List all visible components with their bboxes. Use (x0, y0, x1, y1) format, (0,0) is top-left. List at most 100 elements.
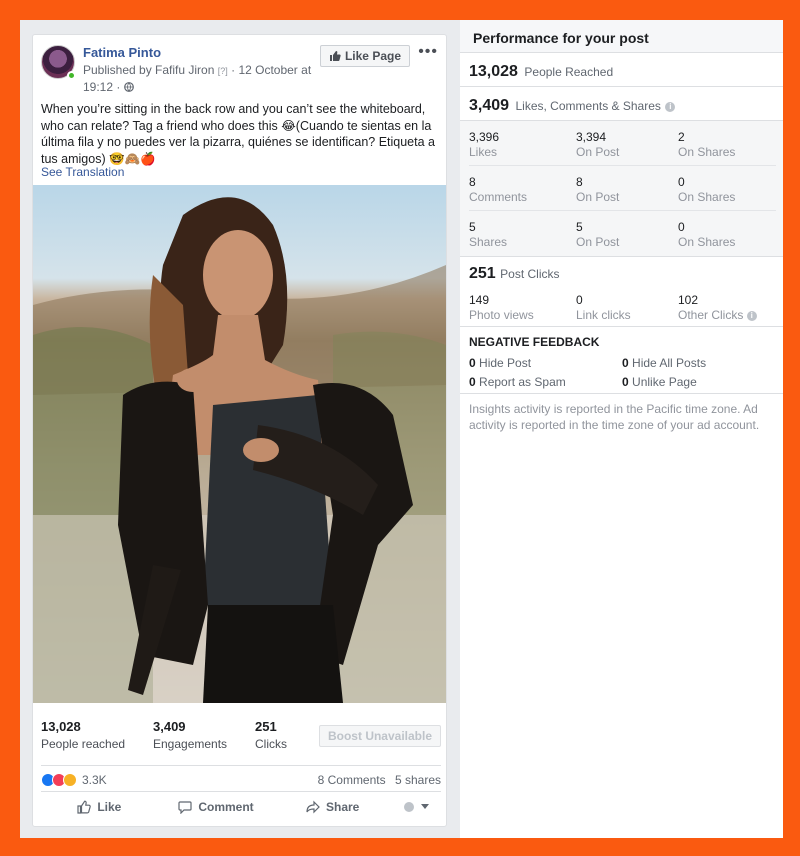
engagement-label: Likes, Comments & Shares (515, 99, 661, 113)
cell-label: On Post (576, 235, 620, 249)
negative-feedback-title: NEGATIVE FEEDBACK (469, 335, 600, 349)
see-translation-link[interactable]: See Translation (41, 165, 124, 179)
people-reached-row: 13,028 People Reached (460, 53, 783, 87)
photo-views-cell: 149 Photo views (469, 293, 534, 322)
cell-label: Comments (469, 190, 528, 204)
post-header: Fatima Pinto Published by Fafifu Jiron [… (41, 43, 438, 103)
cell-label: Shares (469, 235, 508, 249)
cell-value: 0 (678, 220, 685, 234)
online-status-icon (67, 71, 76, 80)
info-icon[interactable]: i (746, 311, 757, 321)
insights-panel: Performance for your post 13,028 People … (460, 20, 783, 838)
stat-value: 0 (469, 375, 476, 389)
cell-value: 102 (678, 293, 699, 307)
grid-cell: 5 On Post (576, 220, 619, 249)
link-clicks-cell: 0 Link clicks (576, 293, 631, 322)
grid-cell: 8 Comments (469, 175, 527, 204)
chevron-down-icon (421, 803, 430, 809)
stat-label: People reached (41, 737, 126, 751)
engagement-row: 3,409 Likes, Comments & Shares i (460, 87, 783, 121)
shares-row: 5 Shares 5 On Post 0 On Shares (469, 211, 776, 256)
reactions-summary[interactable]: 3.3K (41, 773, 107, 787)
audience-selector[interactable] (391, 801, 441, 813)
post-photo[interactable] (33, 185, 446, 703)
stat-label: Engagements (153, 737, 228, 751)
cell-label: On Shares (678, 235, 736, 249)
hide-all-posts-stat: 0 Hide All Posts (622, 356, 706, 370)
comment-button[interactable]: Comment (158, 800, 275, 814)
cell-label: On Post (576, 145, 620, 159)
cell-label: On Shares (678, 145, 736, 159)
post-meta: Published by Fafifu Jiron [?] · 12 Octob… (83, 62, 323, 95)
grid-cell: 3,396 Likes (469, 130, 499, 159)
unlike-page-stat: 0 Unlike Page (622, 375, 697, 389)
stat-value: 0 (622, 356, 629, 370)
info-icon[interactable]: i (665, 102, 676, 112)
grid-cell: 0 On Shares (678, 175, 735, 204)
engagement-value: 3,409 (469, 97, 510, 114)
report-spam-stat: 0 Report as Spam (469, 375, 566, 389)
post-clicks-header: 251 Post Clicks (469, 265, 560, 283)
cell-label: Photo views (469, 308, 534, 322)
timezone-note: Insights activity is reported in the Pac… (469, 402, 760, 432)
like-page-button[interactable]: Like Page (319, 45, 410, 67)
author-name[interactable]: Fatima Pinto (83, 45, 161, 60)
cell-label: On Post (576, 190, 620, 204)
grid-cell: 5 Shares (469, 220, 507, 249)
share-button[interactable]: Share (274, 800, 391, 814)
cell-label: Other Clicks i (678, 308, 757, 322)
globe-icon (123, 82, 134, 92)
cell-label: Likes (469, 145, 498, 159)
cell-value: 5 (469, 220, 476, 234)
cell-value: 0 (576, 293, 583, 307)
stat-value: 251 (255, 719, 277, 734)
engagement-breakdown: 3,396 Likes 3,394 On Post 2 On Shares 8 Comm… (460, 121, 783, 257)
people-reached-label: People Reached (524, 65, 614, 79)
share-label: Share (326, 799, 360, 814)
comment-icon (178, 800, 192, 814)
share-icon (306, 800, 320, 813)
stat-label: Unlike Page (632, 375, 697, 389)
comments-row: 8 Comments 8 On Post 0 On Shares (469, 166, 776, 211)
stat-label: Clicks (255, 737, 287, 751)
stat-value: 0 (469, 356, 476, 370)
other-clicks-cell: 102 Other Clicks i (678, 293, 757, 322)
reactions-row: 3.3K 8 Comments 5 shares (41, 765, 441, 787)
grid-cell: 0 On Shares (678, 220, 735, 249)
boost-button: Boost Unavailable (319, 725, 441, 747)
like-label: Like (97, 799, 122, 814)
cell-value: 8 (469, 175, 476, 189)
stat-label: Hide All Posts (632, 356, 707, 370)
panel-title: Performance for your post (460, 20, 783, 53)
stat-label: Hide Post (479, 356, 532, 370)
shares-count[interactable]: 5 shares (395, 773, 441, 787)
likes-row: 3,396 Likes 3,394 On Post 2 On Shares (469, 121, 776, 166)
like-button[interactable]: Like (41, 800, 158, 814)
grid-cell: 2 On Shares (678, 130, 735, 159)
cell-value: 8 (576, 175, 583, 189)
wow-reaction-icon (63, 773, 77, 787)
stat-value: 0 (622, 375, 629, 389)
comment-label: Comment (198, 799, 254, 814)
post-card: Fatima Pinto Published by Fafifu Jiron [… (32, 34, 447, 827)
stat-clicks[interactable]: 251 Clicks (255, 719, 287, 751)
post-clicks-section: 251 Post Clicks 149 Photo views 0 Link cli… (460, 257, 783, 327)
reactions-count: 3.3K (82, 773, 107, 787)
stat-people-reached[interactable]: 13,028 People reached (41, 719, 125, 751)
comments-count[interactable]: 8 Comments (318, 773, 386, 787)
published-by[interactable]: Published by Fafifu Jiron (83, 63, 214, 77)
grid-cell: 3,394 On Post (576, 130, 619, 159)
stat-engagements[interactable]: 3,409 Engagements (153, 719, 227, 751)
stat-value: 3,409 (153, 719, 186, 734)
grid-cell: 8 On Post (576, 175, 619, 204)
post-stats: 13,028 People reached 3,409 Engagements … (41, 719, 441, 755)
cell-value: 2 (678, 130, 685, 144)
cell-value: 149 (469, 293, 490, 307)
help-mark[interactable]: [?] (218, 66, 228, 76)
more-options-icon[interactable]: ••• (418, 43, 438, 61)
like-page-label: Like Page (344, 49, 401, 63)
post-actions: Like Comment Share (41, 791, 441, 821)
people-reached-value: 13,028 (469, 63, 518, 80)
cell-value: 5 (576, 220, 583, 234)
screenshot-frame: Fatima Pinto Published by Fafifu Jiron [… (20, 20, 783, 838)
